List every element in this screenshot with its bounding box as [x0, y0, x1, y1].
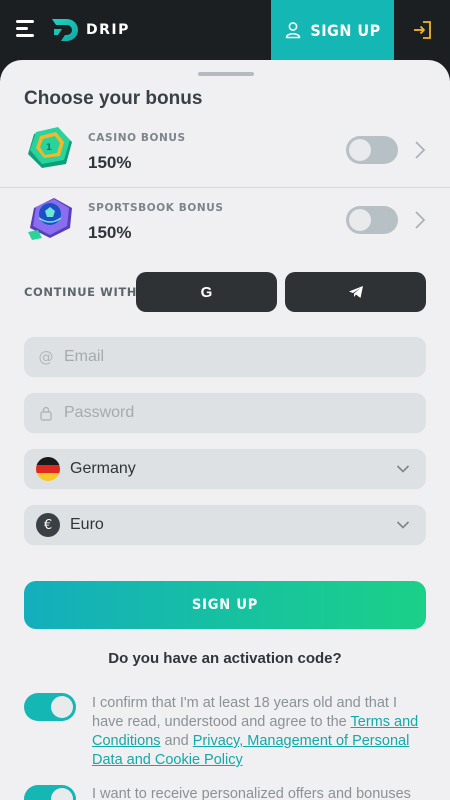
- at-icon: @: [38, 348, 54, 366]
- casino-chip-icon: 1: [28, 127, 72, 168]
- google-icon: G: [200, 283, 213, 301]
- chevron-right-icon[interactable]: [414, 140, 426, 160]
- menu-icon[interactable]: [16, 20, 36, 38]
- germany-flag-icon: [36, 457, 60, 481]
- sportsbook-bonus-title: SPORTSBOOK BONUS: [88, 202, 224, 214]
- telegram-icon: [348, 286, 363, 298]
- signup-sheet: Choose your bonus 1 CASINO BONUS 150% SP…: [0, 60, 450, 800]
- activation-code-link[interactable]: Do you have an activation code?: [0, 650, 450, 667]
- telegram-signin-button[interactable]: [285, 272, 426, 312]
- euro-icon: €: [36, 513, 60, 537]
- sportsbook-ball-icon: [28, 198, 72, 240]
- svg-text:1: 1: [46, 143, 52, 153]
- google-signin-button[interactable]: G: [136, 272, 277, 312]
- sheet-drag-handle[interactable]: [198, 72, 254, 76]
- age-consent-toggle[interactable]: [24, 693, 76, 721]
- casino-bonus-toggle[interactable]: [346, 136, 398, 164]
- offers-consent-text: I want to receive personalized offers an…: [92, 786, 411, 800]
- email-field[interactable]: @: [24, 337, 426, 377]
- sportsbook-bonus-row[interactable]: SPORTSBOOK BONUS 150%: [0, 188, 450, 264]
- casino-bonus-row[interactable]: 1 CASINO BONUS 150%: [0, 118, 450, 194]
- signup-submit-button[interactable]: SIGN UP: [24, 581, 426, 629]
- lock-icon: [38, 405, 54, 421]
- header-signup-button[interactable]: SIGN UP: [271, 0, 394, 60]
- login-button[interactable]: [394, 0, 450, 60]
- chevron-down-icon: [396, 521, 410, 529]
- login-icon: [414, 21, 431, 39]
- age-consent-middle: and: [160, 733, 193, 749]
- logo-text: DRIP: [86, 22, 130, 38]
- sheet-title: Choose your bonus: [24, 88, 203, 109]
- logo[interactable]: DRIP: [50, 16, 130, 44]
- chevron-down-icon: [396, 465, 410, 473]
- sportsbook-bonus-toggle[interactable]: [346, 206, 398, 234]
- chevron-right-icon[interactable]: [414, 210, 426, 230]
- country-select[interactable]: Germany: [24, 449, 426, 489]
- currency-select[interactable]: € Euro: [24, 505, 426, 545]
- age-consent-text: I confirm that I'm at least 18 years old…: [92, 694, 428, 770]
- country-value: Germany: [70, 460, 136, 477]
- email-input[interactable]: [64, 348, 364, 366]
- casino-bonus-title: CASINO BONUS: [88, 132, 186, 144]
- currency-value: Euro: [70, 516, 104, 533]
- top-bar: DRIP SIGN UP: [0, 0, 450, 60]
- continue-with-label: CONTINUE WITH: [24, 285, 138, 299]
- user-icon: [286, 22, 301, 39]
- drip-logo-icon: [52, 19, 78, 41]
- password-field[interactable]: [24, 393, 426, 433]
- offers-consent-toggle[interactable]: [24, 785, 76, 800]
- sportsbook-bonus-value: 150%: [88, 223, 132, 242]
- password-input[interactable]: [64, 404, 364, 422]
- casino-bonus-value: 150%: [88, 153, 132, 172]
- header-signup-label: SIGN UP: [310, 20, 381, 40]
